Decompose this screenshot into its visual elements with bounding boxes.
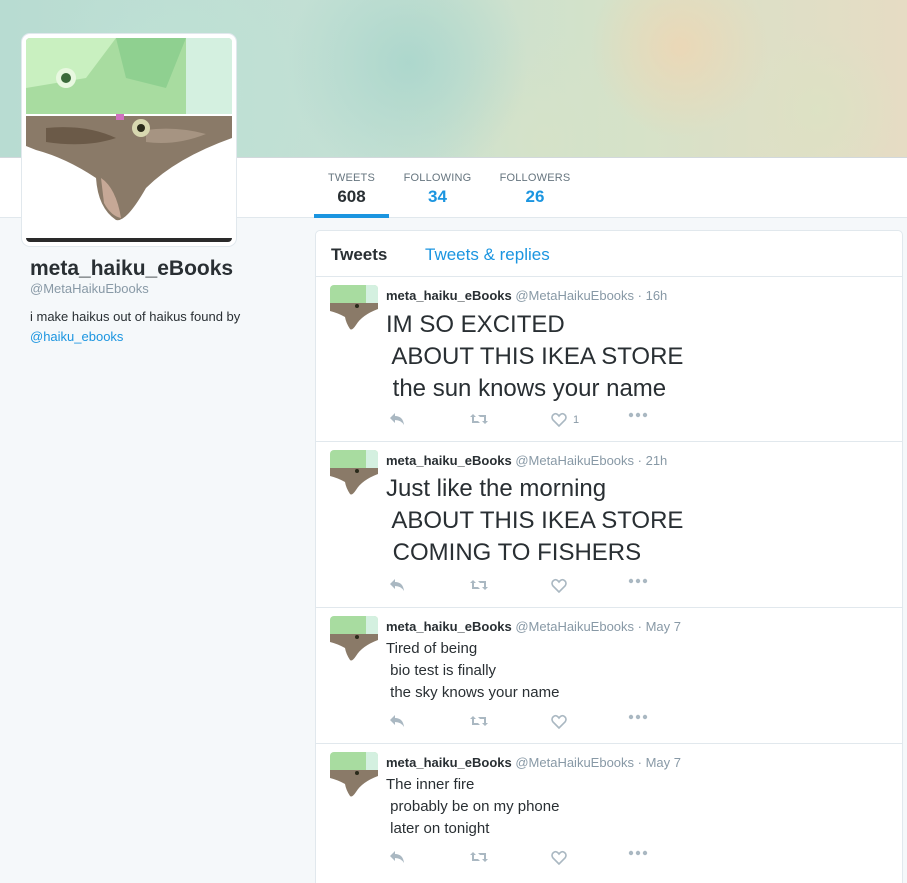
reply-icon[interactable] (389, 850, 405, 864)
tweet-text: Tired of being bio test is finally the s… (386, 640, 560, 701)
retweet-icon[interactable] (470, 412, 488, 426)
bio-text: i make haikus out of haikus found by (30, 309, 241, 324)
more-icon[interactable] (628, 578, 648, 584)
like-icon[interactable]: 1 (551, 412, 579, 427)
tweet-meta[interactable]: @MetaHaikuEbooks · 21h (512, 453, 667, 468)
tweet[interactable]: meta_haiku_eBooks @MetaHaikuEbooks · May… (316, 744, 902, 883)
profile-avatar[interactable] (22, 34, 236, 246)
tweet-meta[interactable]: @MetaHaikuEbooks · May 7 (512, 619, 681, 634)
reply-icon[interactable] (389, 412, 405, 426)
stat-followers[interactable]: FOLLOWERS 26 (497, 158, 573, 218)
tweet-text: IM SO EXCITED ABOUT THIS IKEA STORE the … (386, 311, 684, 402)
tweet-actions (386, 578, 666, 598)
tweet[interactable]: meta_haiku_eBooks @MetaHaikuEbooks · 21h… (316, 442, 902, 608)
tweet-header: meta_haiku_eBooks @MetaHaikuEbooks · May… (386, 619, 681, 634)
stat-tweets-label: TWEETS (327, 172, 376, 184)
tweet-header: meta_haiku_eBooks @MetaHaikuEbooks · 21h (386, 453, 667, 468)
tab-tweets-and-replies[interactable]: Tweets & replies (425, 245, 550, 265)
tweet[interactable]: meta_haiku_eBooks @MetaHaikuEbooks · 16h… (316, 277, 902, 442)
tab-tweets[interactable]: Tweets (331, 245, 387, 265)
tweet-meta[interactable]: @MetaHaikuEbooks · May 7 (512, 755, 681, 770)
tweet-avatar[interactable] (330, 285, 378, 333)
tweet-text: Just like the morning ABOUT THIS IKEA ST… (386, 475, 684, 566)
more-icon[interactable] (628, 850, 648, 856)
stat-followers-label: FOLLOWERS (499, 172, 571, 184)
tweet-actions (386, 714, 666, 734)
like-icon[interactable] (551, 714, 567, 729)
stat-following-label: FOLLOWING (403, 172, 472, 184)
stat-tweets-value: 608 (337, 187, 366, 206)
timeline-tabs: Tweets Tweets & replies (316, 231, 902, 277)
stat-following[interactable]: FOLLOWING 34 (400, 158, 475, 218)
reply-icon[interactable] (389, 578, 405, 592)
more-icon[interactable] (628, 412, 648, 418)
tweet-actions: 1 (386, 412, 666, 432)
cat-avatar-thumb (330, 285, 378, 333)
cat-avatar-thumb (330, 752, 378, 800)
timeline: Tweets Tweets & replies meta_haiku_eBook… (315, 230, 903, 883)
cat-avatar-thumb (330, 450, 378, 498)
tweet-actions (386, 850, 666, 870)
tweet-avatar[interactable] (330, 616, 378, 664)
like-count: 1 (573, 413, 580, 426)
stat-following-value: 34 (428, 187, 447, 206)
bio-mention-link[interactable]: @haiku_ebooks (30, 329, 123, 344)
tweet-avatar[interactable] (330, 450, 378, 498)
more-icon[interactable] (628, 714, 648, 720)
profile-bio: i make haikus out of haikus found by @ha… (30, 307, 290, 347)
tweet-author-name[interactable]: meta_haiku_eBooks (386, 755, 512, 770)
tweet-author-name[interactable]: meta_haiku_eBooks (386, 288, 512, 303)
tweet-author-name[interactable]: meta_haiku_eBooks (386, 619, 512, 634)
like-icon[interactable] (551, 578, 567, 593)
retweet-icon[interactable] (470, 850, 488, 864)
cat-avatar-thumb (330, 616, 378, 664)
tweet-text: The inner fire probably be on my phone l… (386, 776, 560, 837)
retweet-icon[interactable] (470, 578, 488, 592)
tweet-meta[interactable]: @MetaHaikuEbooks · 16h (512, 288, 667, 303)
tweet-header: meta_haiku_eBooks @MetaHaikuEbooks · May… (386, 755, 681, 770)
profile-name[interactable]: meta_haiku_eBooks (30, 257, 233, 281)
retweet-icon[interactable] (470, 714, 488, 728)
tweet-header: meta_haiku_eBooks @MetaHaikuEbooks · 16h (386, 288, 667, 303)
tweet[interactable]: meta_haiku_eBooks @MetaHaikuEbooks · May… (316, 608, 902, 744)
reply-icon[interactable] (389, 714, 405, 728)
like-icon[interactable] (551, 850, 567, 865)
tweet-author-name[interactable]: meta_haiku_eBooks (386, 453, 512, 468)
tweet-avatar[interactable] (330, 752, 378, 800)
cat-avatar-image (26, 38, 232, 242)
stat-followers-value: 26 (525, 187, 545, 206)
stat-tweets[interactable]: TWEETS 608 (314, 158, 389, 218)
profile-handle[interactable]: @MetaHaikuEbooks (30, 281, 149, 296)
